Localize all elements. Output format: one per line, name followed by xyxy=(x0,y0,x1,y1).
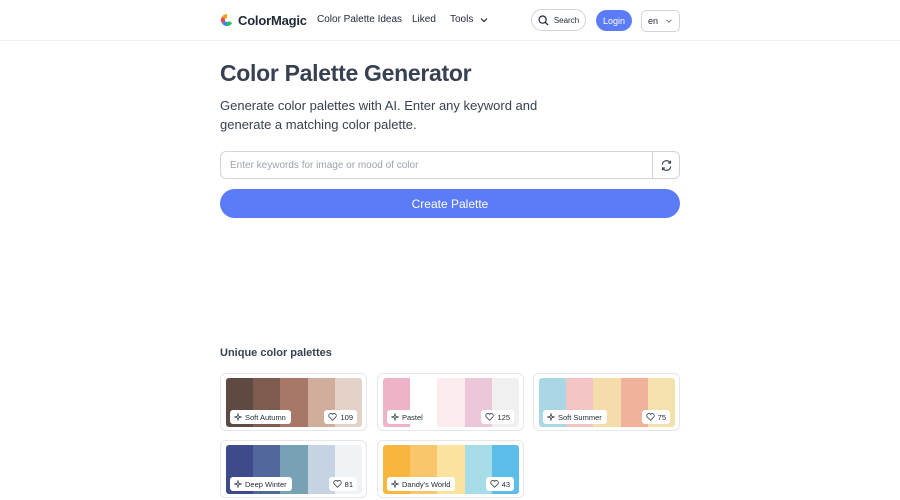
sparkle-icon xyxy=(391,413,399,421)
page-subtitle: Generate color palettes with AI. Enter a… xyxy=(220,98,538,132)
search-icon xyxy=(538,14,549,25)
create-palette-button[interactable]: Create Palette xyxy=(220,189,680,218)
search-button[interactable]: Search xyxy=(531,9,586,31)
palette-name-tag[interactable]: Dandy's World xyxy=(387,477,456,491)
like-button[interactable]: 75 xyxy=(641,410,670,424)
brand-logo[interactable]: ColorMagic xyxy=(220,12,307,28)
chevron-down-icon xyxy=(666,19,672,23)
palette-name: Soft Summer xyxy=(558,412,602,422)
palette-name-tag[interactable]: Soft Autumn xyxy=(230,410,291,424)
search-button-label: Search xyxy=(553,15,580,25)
chevron-down-icon xyxy=(480,17,488,22)
page-title: Color Palette Generator xyxy=(220,60,472,86)
sparkle-icon xyxy=(234,480,242,488)
like-count: 81 xyxy=(344,479,353,489)
sparkle-icon xyxy=(391,480,399,488)
login-button[interactable]: Login xyxy=(596,10,632,31)
palette-card[interactable]: Soft Summer 75 xyxy=(533,373,680,431)
language-select[interactable]: en xyxy=(641,10,680,32)
keyword-input[interactable] xyxy=(221,152,652,178)
keyword-search-box xyxy=(220,151,680,179)
palette-name-tag[interactable]: Pastel xyxy=(387,410,428,424)
palette-name: Pastel xyxy=(402,412,423,422)
refresh-icon xyxy=(661,159,671,171)
colormagic-logo-icon xyxy=(220,13,233,26)
nav-color-palette-ideas[interactable]: Color Palette Ideas xyxy=(317,14,402,25)
like-button[interactable]: 43 xyxy=(485,477,514,491)
palette-name: Soft Autumn xyxy=(245,412,286,422)
heart-icon xyxy=(333,480,342,488)
language-value: en xyxy=(648,16,659,26)
palette-card[interactable]: Deep Winter 81 xyxy=(220,440,367,498)
like-count: 75 xyxy=(657,412,666,422)
palette-name-tag[interactable]: Deep Winter xyxy=(230,477,292,491)
palette-card[interactable]: Pastel 125 xyxy=(377,373,524,431)
nav-tools[interactable]: Tools xyxy=(450,14,489,25)
nav-tools-label: Tools xyxy=(450,14,474,25)
refresh-button[interactable] xyxy=(652,152,679,178)
section-title-unique-palettes: Unique color palettes xyxy=(220,347,332,359)
like-button[interactable]: 125 xyxy=(481,410,514,424)
like-count: 43 xyxy=(501,479,510,489)
palette-card[interactable]: Soft Autumn 109 xyxy=(220,373,367,431)
palette-name: Deep Winter xyxy=(245,479,287,489)
palette-name-tag[interactable]: Soft Summer xyxy=(543,410,607,424)
like-count: 125 xyxy=(497,412,510,422)
top-header: ColorMagic Color Palette Ideas Liked Too… xyxy=(0,0,900,41)
sparkle-icon xyxy=(234,413,242,421)
heart-icon xyxy=(328,413,338,421)
brand-name: ColorMagic xyxy=(238,12,307,28)
heart-icon xyxy=(485,413,495,421)
palette-name: Dandy's World xyxy=(402,479,451,489)
like-button[interactable]: 109 xyxy=(324,410,357,424)
heart-icon xyxy=(646,413,655,421)
like-count: 109 xyxy=(340,412,353,422)
heart-icon xyxy=(490,480,499,488)
nav-liked[interactable]: Liked xyxy=(412,14,436,25)
palette-card[interactable]: Dandy's World 43 xyxy=(377,440,524,498)
color-swatch[interactable] xyxy=(437,378,465,427)
sparkle-icon xyxy=(547,413,555,421)
like-button[interactable]: 81 xyxy=(328,477,357,491)
